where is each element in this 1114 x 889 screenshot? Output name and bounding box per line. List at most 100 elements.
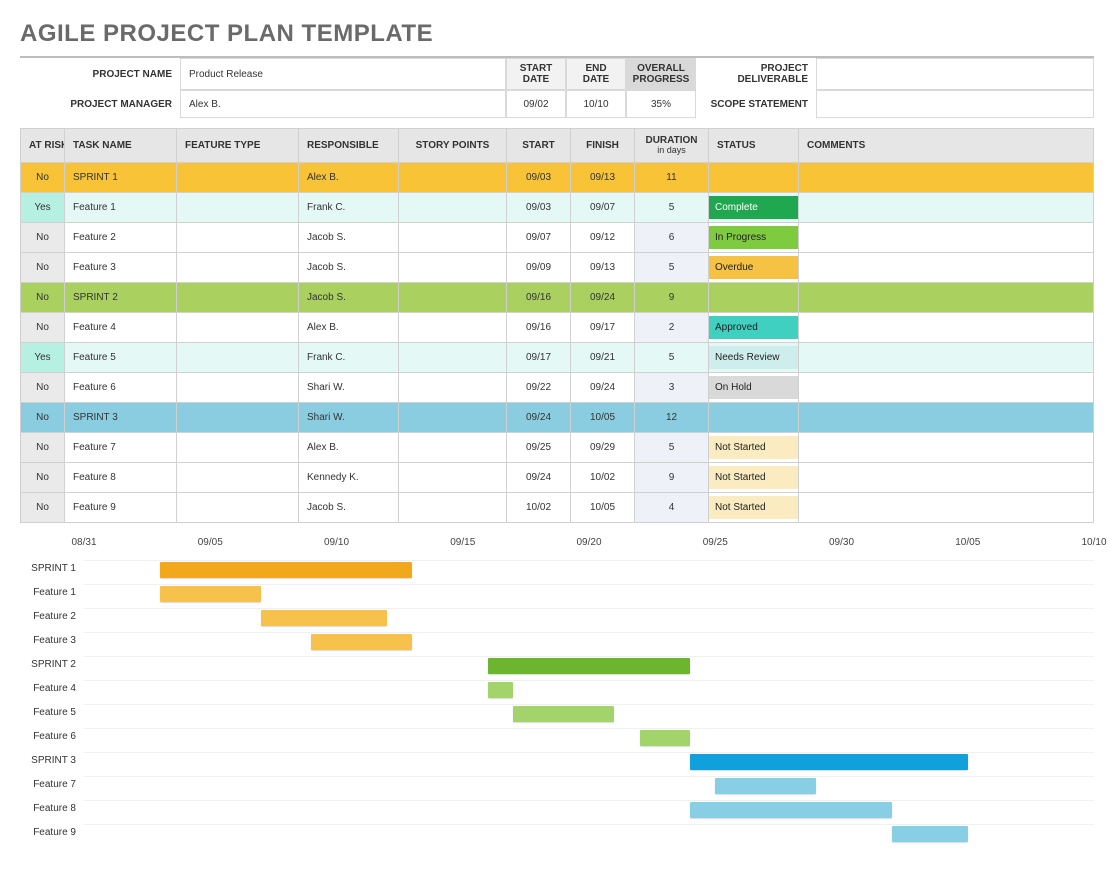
value-scope-statement[interactable]: [816, 90, 1094, 118]
cell-comments[interactable]: [799, 252, 1094, 282]
cell-comments[interactable]: [799, 432, 1094, 462]
cell-story-points[interactable]: [399, 372, 507, 402]
cell-at-risk[interactable]: No: [21, 402, 65, 432]
cell-at-risk[interactable]: No: [21, 282, 65, 312]
cell-duration[interactable]: 5: [635, 432, 709, 462]
cell-task-name[interactable]: Feature 1: [65, 192, 177, 222]
cell-start[interactable]: 09/16: [507, 282, 571, 312]
cell-status[interactable]: Overdue: [709, 252, 799, 282]
cell-story-points[interactable]: [399, 492, 507, 522]
cell-story-points[interactable]: [399, 462, 507, 492]
cell-start[interactable]: 09/16: [507, 312, 571, 342]
cell-feature-type[interactable]: [177, 312, 299, 342]
cell-start[interactable]: 09/09: [507, 252, 571, 282]
cell-finish[interactable]: 09/07: [571, 192, 635, 222]
cell-finish[interactable]: 09/13: [571, 162, 635, 192]
cell-start[interactable]: 09/24: [507, 402, 571, 432]
cell-duration[interactable]: 5: [635, 192, 709, 222]
value-project-name[interactable]: Product Release: [180, 58, 506, 90]
cell-task-name[interactable]: Feature 9: [65, 492, 177, 522]
cell-comments[interactable]: [799, 492, 1094, 522]
cell-duration[interactable]: 2: [635, 312, 709, 342]
cell-status[interactable]: Not Started: [709, 432, 799, 462]
cell-story-points[interactable]: [399, 342, 507, 372]
cell-story-points[interactable]: [399, 162, 507, 192]
cell-start[interactable]: 09/07: [507, 222, 571, 252]
cell-comments[interactable]: [799, 192, 1094, 222]
cell-comments[interactable]: [799, 372, 1094, 402]
cell-duration[interactable]: 9: [635, 462, 709, 492]
cell-at-risk[interactable]: No: [21, 312, 65, 342]
cell-comments[interactable]: [799, 462, 1094, 492]
cell-comments[interactable]: [799, 222, 1094, 252]
value-end-date[interactable]: 10/10: [566, 90, 626, 118]
cell-feature-type[interactable]: [177, 402, 299, 432]
value-project-deliverable[interactable]: [816, 58, 1094, 90]
cell-feature-type[interactable]: [177, 252, 299, 282]
cell-status[interactable]: Approved: [709, 312, 799, 342]
cell-finish[interactable]: 09/13: [571, 252, 635, 282]
value-project-manager[interactable]: Alex B.: [180, 90, 506, 118]
cell-task-name[interactable]: Feature 4: [65, 312, 177, 342]
cell-finish[interactable]: 09/24: [571, 372, 635, 402]
cell-status[interactable]: [709, 282, 799, 312]
cell-feature-type[interactable]: [177, 372, 299, 402]
cell-start[interactable]: 09/22: [507, 372, 571, 402]
cell-status[interactable]: In Progress: [709, 222, 799, 252]
cell-at-risk[interactable]: No: [21, 372, 65, 402]
cell-comments[interactable]: [799, 282, 1094, 312]
cell-duration[interactable]: 12: [635, 402, 709, 432]
cell-responsible[interactable]: Frank C.: [299, 342, 399, 372]
cell-status[interactable]: Complete: [709, 192, 799, 222]
cell-duration[interactable]: 9: [635, 282, 709, 312]
value-start-date[interactable]: 09/02: [506, 90, 566, 118]
cell-status[interactable]: Not Started: [709, 492, 799, 522]
cell-responsible[interactable]: Jacob S.: [299, 252, 399, 282]
cell-task-name[interactable]: Feature 3: [65, 252, 177, 282]
cell-at-risk[interactable]: Yes: [21, 192, 65, 222]
cell-story-points[interactable]: [399, 252, 507, 282]
cell-feature-type[interactable]: [177, 492, 299, 522]
cell-task-name[interactable]: Feature 8: [65, 462, 177, 492]
cell-status[interactable]: [709, 402, 799, 432]
cell-status[interactable]: Not Started: [709, 462, 799, 492]
cell-feature-type[interactable]: [177, 432, 299, 462]
cell-start[interactable]: 09/03: [507, 162, 571, 192]
cell-responsible[interactable]: Alex B.: [299, 162, 399, 192]
cell-finish[interactable]: 10/02: [571, 462, 635, 492]
cell-responsible[interactable]: Frank C.: [299, 192, 399, 222]
cell-finish[interactable]: 10/05: [571, 492, 635, 522]
cell-start[interactable]: 09/17: [507, 342, 571, 372]
cell-duration[interactable]: 4: [635, 492, 709, 522]
cell-responsible[interactable]: Jacob S.: [299, 282, 399, 312]
cell-finish[interactable]: 09/17: [571, 312, 635, 342]
cell-comments[interactable]: [799, 162, 1094, 192]
cell-responsible[interactable]: Alex B.: [299, 432, 399, 462]
cell-at-risk[interactable]: No: [21, 222, 65, 252]
cell-at-risk[interactable]: Yes: [21, 342, 65, 372]
cell-task-name[interactable]: SPRINT 2: [65, 282, 177, 312]
cell-duration[interactable]: 5: [635, 252, 709, 282]
cell-feature-type[interactable]: [177, 462, 299, 492]
cell-responsible[interactable]: Jacob S.: [299, 222, 399, 252]
cell-feature-type[interactable]: [177, 342, 299, 372]
cell-finish[interactable]: 09/29: [571, 432, 635, 462]
cell-feature-type[interactable]: [177, 192, 299, 222]
cell-responsible[interactable]: Alex B.: [299, 312, 399, 342]
cell-at-risk[interactable]: No: [21, 162, 65, 192]
cell-story-points[interactable]: [399, 192, 507, 222]
cell-responsible[interactable]: Kennedy K.: [299, 462, 399, 492]
cell-feature-type[interactable]: [177, 222, 299, 252]
value-overall-progress[interactable]: 35%: [626, 90, 696, 118]
cell-feature-type[interactable]: [177, 162, 299, 192]
cell-comments[interactable]: [799, 342, 1094, 372]
cell-task-name[interactable]: Feature 7: [65, 432, 177, 462]
cell-status[interactable]: On Hold: [709, 372, 799, 402]
cell-finish[interactable]: 09/21: [571, 342, 635, 372]
cell-finish[interactable]: 09/12: [571, 222, 635, 252]
cell-task-name[interactable]: Feature 5: [65, 342, 177, 372]
cell-task-name[interactable]: SPRINT 1: [65, 162, 177, 192]
cell-finish[interactable]: 10/05: [571, 402, 635, 432]
cell-start[interactable]: 09/24: [507, 462, 571, 492]
cell-duration[interactable]: 11: [635, 162, 709, 192]
